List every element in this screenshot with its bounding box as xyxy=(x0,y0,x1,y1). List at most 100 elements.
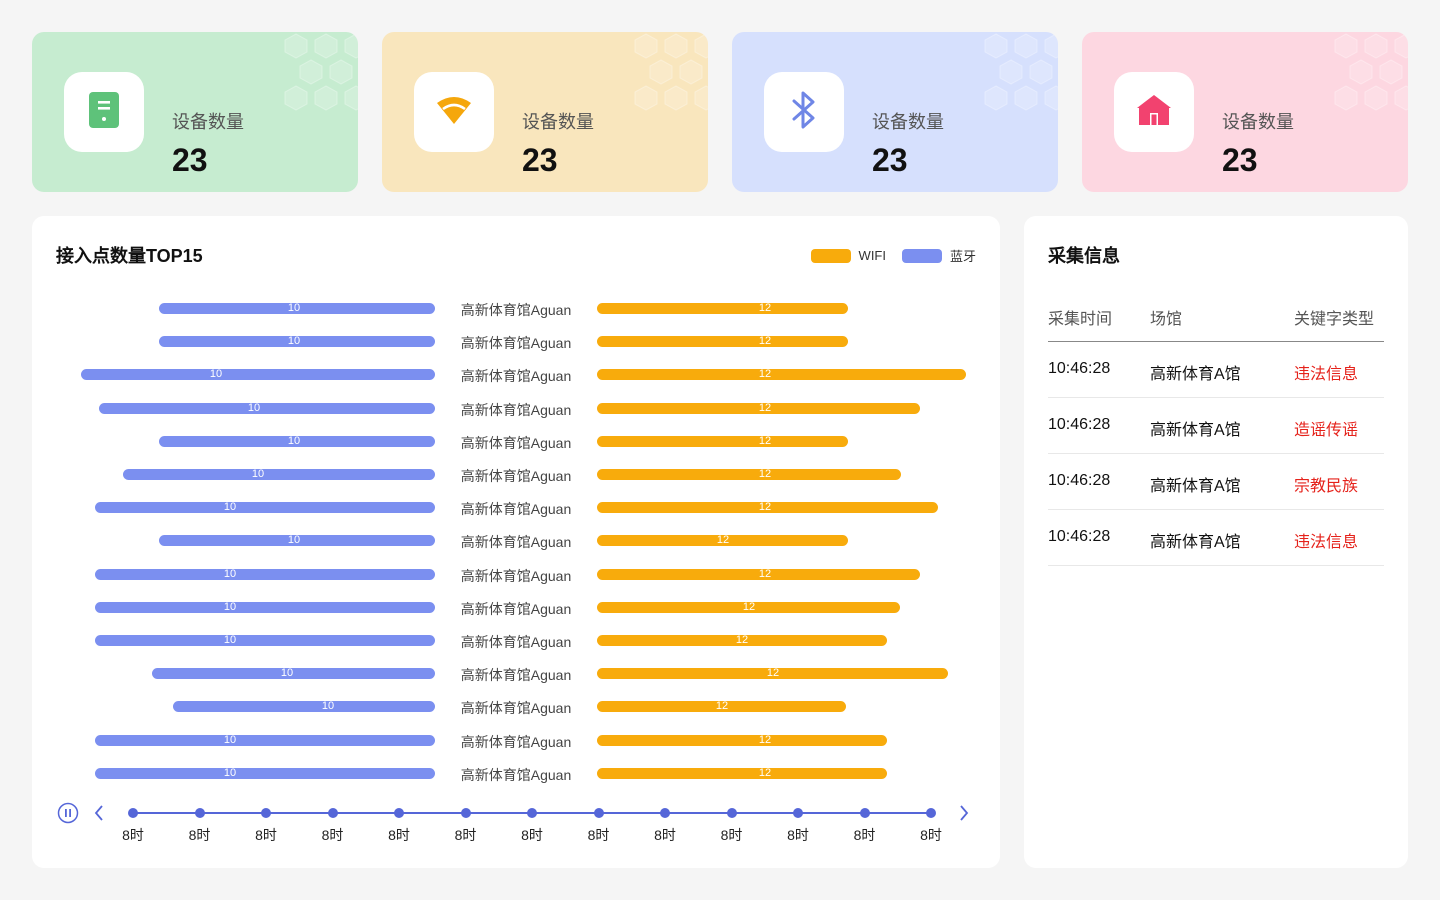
chevron-right-icon xyxy=(960,805,969,821)
row-keyword: 宗教民族 xyxy=(1294,478,1359,495)
stat-label: 设备数量 xyxy=(872,112,944,132)
info-panel: 采集信息 采集时间 场馆 关键字类型 10:46:28 高新体育A馆 违法信息 … xyxy=(1024,216,1408,868)
timeline-dot[interactable] xyxy=(527,808,537,818)
bar-value-bluetooth: 10 xyxy=(223,600,237,613)
legend-item-bluetooth[interactable]: 蓝牙 xyxy=(901,246,976,265)
bar-wifi[interactable]: 12 xyxy=(597,469,901,480)
bar-bluetooth[interactable]: 10 xyxy=(99,402,435,414)
timeline-dot[interactable] xyxy=(261,808,271,818)
bar-wifi[interactable]: 12 xyxy=(597,434,848,447)
bar-bluetooth[interactable]: 10 xyxy=(95,502,435,514)
timeline-dot[interactable] xyxy=(593,808,604,818)
bar-value-wifi: 12 xyxy=(742,600,756,613)
wifi-icon xyxy=(435,95,473,130)
row-divider xyxy=(1048,397,1384,398)
timeline-dot[interactable] xyxy=(726,808,737,818)
bar-wifi[interactable]: 12 xyxy=(597,600,900,613)
header-keyword: 关键字类型 xyxy=(1294,311,1375,328)
row-divider xyxy=(1048,565,1384,566)
info-title: 采集信息 xyxy=(1048,246,1120,266)
bar-wifi[interactable]: 12 xyxy=(597,734,887,746)
bar-bluetooth[interactable]: 10 xyxy=(152,668,435,680)
bar-bluetooth[interactable]: 10 xyxy=(159,435,435,447)
timeline-dot[interactable] xyxy=(128,808,138,818)
timeline-dot[interactable] xyxy=(194,808,205,818)
category-label: 高新体育馆Aguan xyxy=(460,401,572,418)
bar-wifi[interactable]: 12 xyxy=(597,303,848,314)
timeline-dot[interactable] xyxy=(926,808,936,818)
legend-swatch-wifi xyxy=(810,248,851,263)
bar-bluetooth[interactable]: 10 xyxy=(95,635,435,646)
bar-bluetooth[interactable]: 10 xyxy=(173,701,435,713)
category-label: 高新体育馆Aguan xyxy=(460,302,572,318)
legend-item-wifi[interactable]: WIFI xyxy=(810,248,886,263)
timeline-dot[interactable] xyxy=(460,808,471,818)
timeline-dot[interactable] xyxy=(660,808,670,818)
bar-bluetooth[interactable]: 10 xyxy=(95,767,435,779)
bar-wifi[interactable]: 12 xyxy=(597,502,938,514)
chart-legend: WIFI 蓝牙 xyxy=(795,246,976,265)
bar-wifi[interactable]: 12 xyxy=(597,401,920,414)
stat-icon-box xyxy=(414,72,494,152)
row-venue: 高新体育A馆 xyxy=(1150,478,1241,495)
stat-value: 23 xyxy=(172,142,208,178)
row-keyword: 造谣传谣 xyxy=(1294,422,1359,439)
bar-bluetooth[interactable]: 10 xyxy=(95,734,435,746)
timeline-dot[interactable] xyxy=(394,808,404,818)
bar-wifi[interactable]: 12 xyxy=(597,336,848,348)
timeline-label: 8时 xyxy=(853,827,876,843)
bar-wifi[interactable]: 12 xyxy=(597,368,966,381)
timeline-label: 8时 xyxy=(255,827,277,843)
bar-bluetooth[interactable]: 10 xyxy=(81,369,435,381)
stat-value: 23 xyxy=(872,142,908,178)
timeline-label: 8时 xyxy=(787,827,809,843)
timeline-label: 8时 xyxy=(587,827,610,843)
bar-value-bluetooth: 10 xyxy=(287,302,301,314)
bar-value-bluetooth: 10 xyxy=(209,368,223,381)
bar-value-bluetooth: 10 xyxy=(223,634,237,646)
legend-swatch-bluetooth xyxy=(901,248,942,263)
server-icon xyxy=(89,91,119,133)
timeline-dot[interactable] xyxy=(859,808,870,818)
bar-value-wifi: 12 xyxy=(758,434,772,447)
hexagon-pattern xyxy=(1334,33,1408,111)
pause-button[interactable] xyxy=(57,802,79,824)
category-label: 高新体育馆Aguan xyxy=(460,468,572,484)
timeline-dot[interactable] xyxy=(327,808,338,818)
stat-value: 23 xyxy=(522,142,558,178)
bar-value-wifi: 12 xyxy=(758,567,772,580)
prev-button[interactable] xyxy=(90,803,108,823)
stat-icon-box xyxy=(764,72,844,152)
pause-icon xyxy=(57,802,79,824)
bar-value-bluetooth: 10 xyxy=(247,401,261,414)
timeline-dot[interactable] xyxy=(793,808,803,818)
bar-wifi[interactable]: 12 xyxy=(597,567,920,580)
bar-bluetooth[interactable]: 10 xyxy=(159,336,435,348)
legend-label-bluetooth: 蓝牙 xyxy=(949,249,976,264)
stat-card-home: 设备数量 23 xyxy=(1082,32,1408,192)
row-divider xyxy=(1048,453,1384,454)
bar-value-bluetooth: 10 xyxy=(223,501,237,514)
hexagon-pattern xyxy=(284,33,358,111)
bar-wifi[interactable]: 12 xyxy=(597,701,846,713)
bar-value-wifi: 12 xyxy=(758,302,772,314)
stat-card-bluetooth: 设备数量 23 xyxy=(732,32,1058,192)
stat-label: 设备数量 xyxy=(1222,112,1294,132)
bar-wifi[interactable]: 12 xyxy=(597,535,848,547)
bar-bluetooth[interactable]: 10 xyxy=(95,568,435,580)
bar-bluetooth[interactable]: 10 xyxy=(123,469,435,480)
bar-wifi[interactable]: 12 xyxy=(597,767,887,779)
bar-bluetooth[interactable]: 10 xyxy=(159,303,435,314)
bar-value-wifi: 12 xyxy=(758,368,772,381)
row-time: 10:46:28 xyxy=(1048,472,1111,489)
row-keyword: 违法信息 xyxy=(1294,366,1359,383)
chart-panel: 接入点数量TOP15 WIFI 蓝牙 10 高新体育馆Aguan 12 10 高新体育馆… xyxy=(32,216,1000,868)
bar-value-wifi: 12 xyxy=(758,401,772,414)
bar-wifi[interactable]: 12 xyxy=(597,635,887,646)
bar-wifi[interactable]: 12 xyxy=(597,668,948,680)
bar-bluetooth[interactable]: 10 xyxy=(95,601,435,613)
category-label: 高新体育馆Aguan xyxy=(460,335,572,352)
bar-bluetooth[interactable]: 10 xyxy=(159,535,435,547)
category-label: 高新体育馆Aguan xyxy=(460,600,572,617)
next-button[interactable] xyxy=(955,803,973,823)
